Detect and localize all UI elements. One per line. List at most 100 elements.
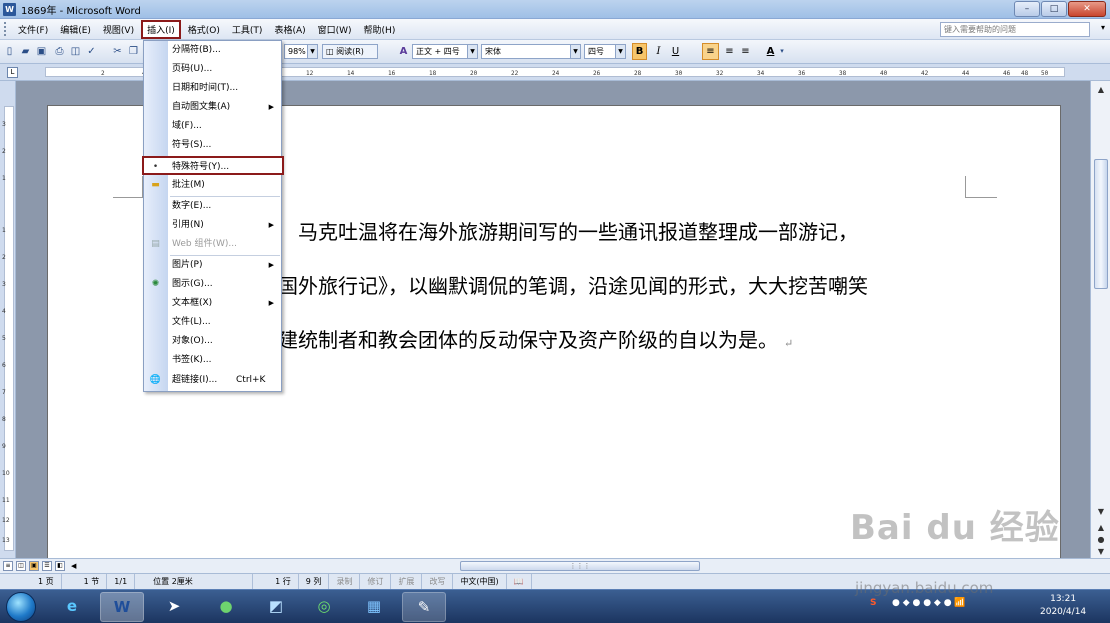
help-search-input[interactable]: 键入需要帮助的问题 [940, 22, 1090, 37]
menu-help[interactable]: 帮助(H) [359, 21, 401, 38]
print-layout-view-icon[interactable]: ▣ [29, 561, 39, 571]
bold-button[interactable]: B [632, 43, 647, 60]
word-icon[interactable]: W [3, 2, 16, 16]
menu-item-text-box[interactable]: 文本框(X) ▶ [144, 294, 281, 313]
menu-item-comment[interactable]: ▬ 批注(M) [144, 176, 281, 195]
print-preview-icon[interactable]: ◫ [68, 44, 83, 59]
ruler-tick: 24 [552, 70, 560, 77]
menu-view[interactable]: 视图(V) [98, 21, 139, 38]
feather-app-icon[interactable]: ➤ [152, 592, 196, 622]
italic-button[interactable]: I [651, 44, 666, 59]
menu-window[interactable]: 窗口(W) [313, 21, 357, 38]
font-select[interactable]: 宋体 ▼ [481, 44, 581, 59]
font-color-button[interactable]: A [763, 44, 778, 59]
scroll-thumb[interactable] [1094, 159, 1108, 289]
status-track-changes[interactable]: 修订 [360, 573, 392, 590]
next-page-icon[interactable]: ▼ [1094, 545, 1108, 559]
tray-icons[interactable]: ● ◆ ● ● ◆ ● 📶 [892, 598, 966, 608]
notebook-icon[interactable]: ◩ [254, 592, 298, 622]
menu-item-hyperlink[interactable]: 🌐 超链接(I)... Ctrl+K [144, 371, 281, 390]
outline-view-icon[interactable]: ☰ [42, 561, 52, 571]
ie-icon[interactable]: e [50, 592, 94, 622]
document-line-1[interactable]: 马克吐温将在海外旅游期间写的一些通讯报道整理成一部游记， [298, 216, 858, 245]
spellcheck-icon[interactable]: ✓ [84, 44, 99, 59]
status-page-of: 1/1 [107, 573, 136, 590]
menu-item-date-time[interactable]: 日期和时间(T)... [144, 79, 281, 98]
tab-stop-selector-icon[interactable]: L [7, 67, 18, 78]
status-overtype[interactable]: 改写 [422, 573, 454, 590]
menu-insert[interactable]: 插入(I) [141, 19, 181, 39]
web-view-icon[interactable]: ◫ [16, 561, 26, 571]
menu-item-file[interactable]: 文件(L)... [144, 313, 281, 332]
scroll-down-icon[interactable]: ▼ [1094, 505, 1108, 519]
menubar-grip-icon[interactable] [4, 22, 10, 36]
browser-icon[interactable]: ◎ [302, 592, 346, 622]
system-clock[interactable]: 13:21 2020/4/14 [1040, 593, 1086, 619]
font-size-select[interactable]: 四号 ▼ [584, 44, 626, 59]
print-icon[interactable]: ⎙ [52, 44, 67, 59]
align-justify-icon[interactable]: ≡ [702, 43, 719, 60]
normal-view-icon[interactable]: ≡ [3, 561, 13, 571]
zoom-select[interactable]: 98% ▼ [284, 44, 318, 59]
menu-item-symbol[interactable]: 符号(S)... [144, 136, 281, 155]
menu-item-field[interactable]: 域(F)... [144, 117, 281, 136]
maximize-button[interactable]: □ [1041, 1, 1067, 17]
vertical-ruler-bar[interactable] [4, 106, 14, 551]
menu-item-autotext[interactable]: 自动图文集(A) ▶ [144, 98, 281, 117]
menu-item-label: 域(F)... [172, 121, 202, 131]
word-taskbar-icon[interactable]: W [100, 592, 144, 622]
align-right-icon[interactable]: ≡ [738, 44, 753, 59]
close-button[interactable]: ✕ [1068, 1, 1106, 17]
paint-icon[interactable]: ✎ [402, 592, 446, 622]
menu-tools[interactable]: 工具(T) [227, 21, 268, 38]
font-color-dropdown-icon[interactable]: ▾ [778, 44, 786, 59]
document-line-3[interactable]: 封建统制者和教会团体的反动保守及资产阶级的自以为是。 ↵ [258, 324, 793, 353]
menu-item-reference[interactable]: 引用(N) ▶ [144, 216, 281, 235]
menu-edit[interactable]: 编辑(E) [55, 21, 96, 38]
help-dropdown-icon[interactable]: ▾ [1101, 23, 1105, 32]
menu-item-number[interactable]: 数字(E)... [144, 197, 281, 216]
open-folder-icon[interactable]: ▰ [18, 44, 33, 59]
menu-file[interactable]: 文件(F) [13, 21, 53, 38]
status-extend[interactable]: 扩展 [391, 573, 423, 590]
read-mode-button[interactable]: ◫ 阅读(R) [322, 44, 378, 59]
menu-item-page-numbers[interactable]: 页码(U)... [144, 60, 281, 79]
styles-pane-icon[interactable]: A [396, 44, 411, 59]
scroll-left-icon[interactable]: ◀ [71, 562, 76, 570]
menu-item-special-symbols[interactable]: • 特殊符号(Y)... [142, 156, 284, 175]
minimize-button[interactable]: – [1014, 1, 1040, 17]
document-line-2[interactable]: 《国外旅行记》，以幽默调侃的笔调，沿途见闻的形式，大大挖苦嘲笑 [258, 270, 868, 299]
align-center-icon[interactable]: ≡ [722, 44, 737, 59]
paragraph-mark-icon: ↵ [784, 337, 794, 350]
horizontal-scroll-thumb[interactable]: ⋮⋮⋮ [460, 561, 700, 571]
chevron-down-icon: ▼ [307, 45, 317, 58]
menu-item-diagram[interactable]: ✺ 图示(G)... [144, 275, 281, 294]
style-select[interactable]: 正文 + 四号 ▼ [412, 44, 478, 59]
menu-format[interactable]: 格式(O) [183, 21, 225, 38]
menu-item-bookmark[interactable]: 书签(K)... [144, 351, 281, 370]
menu-item-break[interactable]: 分隔符(B)... [144, 41, 281, 60]
underline-button[interactable]: U [668, 44, 683, 59]
ruler-tick: 44 [962, 70, 970, 77]
launcher-icon[interactable]: ▦ [352, 592, 396, 622]
spelling-status-icon[interactable]: 📖 [507, 573, 532, 590]
wechat-icon[interactable]: ● [204, 592, 248, 622]
save-icon[interactable]: ▣ [34, 44, 49, 59]
status-record[interactable]: 录制 [329, 573, 361, 590]
start-button[interactable] [6, 592, 36, 622]
menu-item-object[interactable]: 对象(O)... [144, 332, 281, 351]
copy-icon[interactable]: ❐ [126, 44, 141, 59]
input-method-icon[interactable]: S [870, 598, 876, 608]
status-position: 位置 2厘米 [135, 573, 254, 590]
scroll-up-icon[interactable]: ▲ [1094, 83, 1108, 97]
menu-table[interactable]: 表格(A) [269, 21, 310, 38]
status-language[interactable]: 中文(中国) [453, 573, 507, 590]
zoom-value: 98% [288, 47, 306, 56]
menu-item-picture[interactable]: 图片(P) ▶ [144, 256, 281, 275]
reading-view-icon[interactable]: ◧ [55, 561, 65, 571]
status-column: 9 列 [299, 573, 330, 590]
menu-item-label: 书签(K)... [172, 355, 212, 365]
new-document-icon[interactable]: ▯ [2, 44, 17, 59]
vertical-scrollbar[interactable]: ▲ ▼ ▲ ● ▼ [1090, 81, 1110, 558]
cut-icon[interactable]: ✂ [110, 44, 125, 59]
